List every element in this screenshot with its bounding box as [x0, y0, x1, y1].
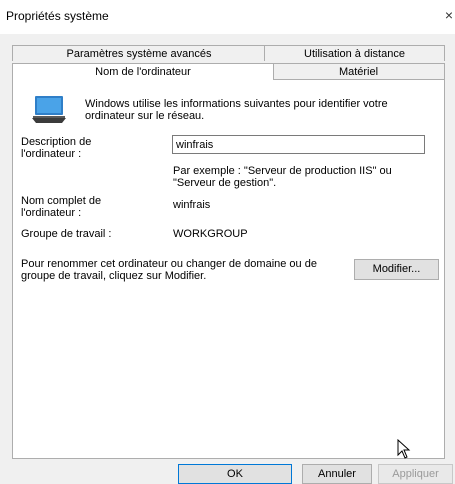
title-bar: Propriétés système × — [0, 0, 455, 34]
tab-computer-name[interactable]: Nom de l'ordinateur — [12, 63, 274, 80]
modify-button[interactable]: Modifier... — [354, 259, 439, 280]
tab-remote[interactable]: Utilisation à distance — [264, 45, 445, 61]
computer-icon — [31, 94, 67, 129]
example-text: Par exemple : "Serveur de production IIS… — [173, 165, 392, 189]
window-title: Propriétés système — [6, 9, 109, 23]
tab-label: Matériel — [338, 66, 379, 78]
tab-panel-computer-name: Windows utilise les informations suivant… — [12, 79, 445, 459]
fullname-value: winfrais — [173, 199, 211, 211]
intro-text: Windows utilise les informations suivant… — [85, 98, 388, 122]
ok-button[interactable]: OK — [178, 464, 292, 484]
rename-text: Pour renommer cet ordinateur ou changer … — [21, 258, 317, 282]
tab-label: Utilisation à distance — [304, 48, 405, 60]
tab-label: Paramètres système avancés — [66, 48, 212, 60]
apply-button: Appliquer — [378, 464, 453, 484]
cancel-button[interactable]: Annuler — [302, 464, 372, 484]
tab-advanced-settings[interactable]: Paramètres système avancés — [12, 45, 266, 61]
mouse-cursor-icon — [397, 438, 411, 462]
close-icon[interactable]: × — [445, 7, 453, 23]
workgroup-value: WORKGROUP — [173, 228, 248, 240]
tab-hardware[interactable]: Matériel — [272, 63, 445, 79]
description-label: Description de l'ordinateur : — [21, 136, 92, 160]
description-input[interactable] — [172, 135, 425, 154]
workgroup-label: Groupe de travail : — [21, 228, 112, 240]
fullname-label: Nom complet de l'ordinateur : — [21, 195, 102, 219]
tab-label: Nom de l'ordinateur — [95, 66, 191, 78]
